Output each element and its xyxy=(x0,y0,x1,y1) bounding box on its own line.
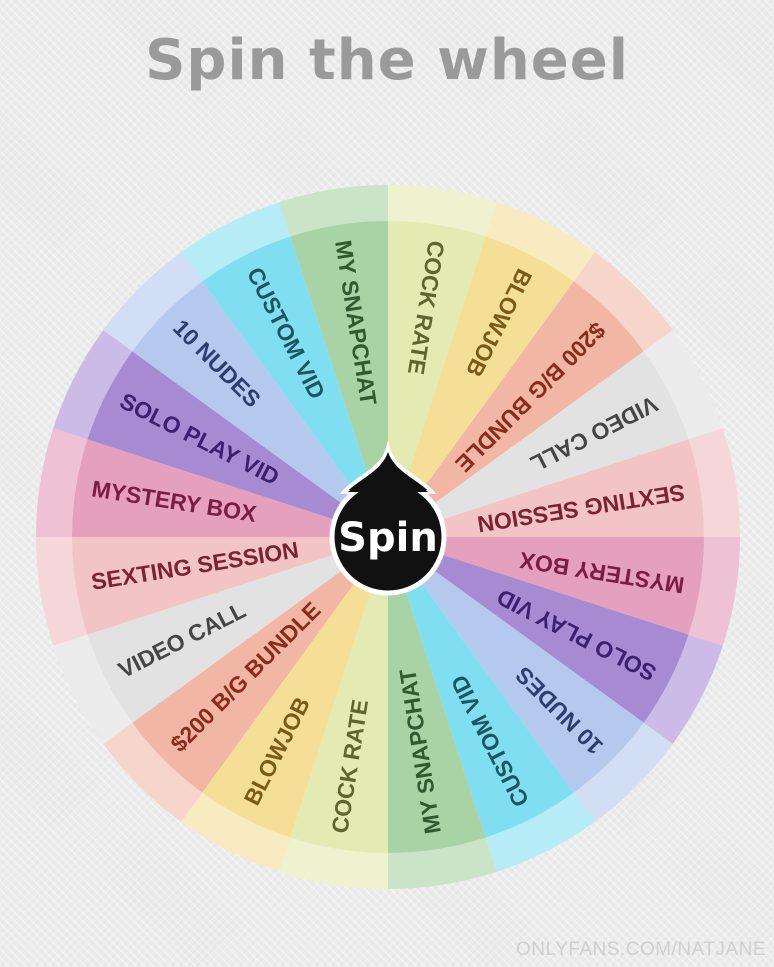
spin-label: Spin xyxy=(338,515,438,561)
watermark: ONLYFANS.COM/NATJANE xyxy=(516,939,766,960)
prize-wheel[interactable]: COCK RATE BLOWJOB$200 B/G BUNDLEVIDEO CAL… xyxy=(0,0,774,967)
